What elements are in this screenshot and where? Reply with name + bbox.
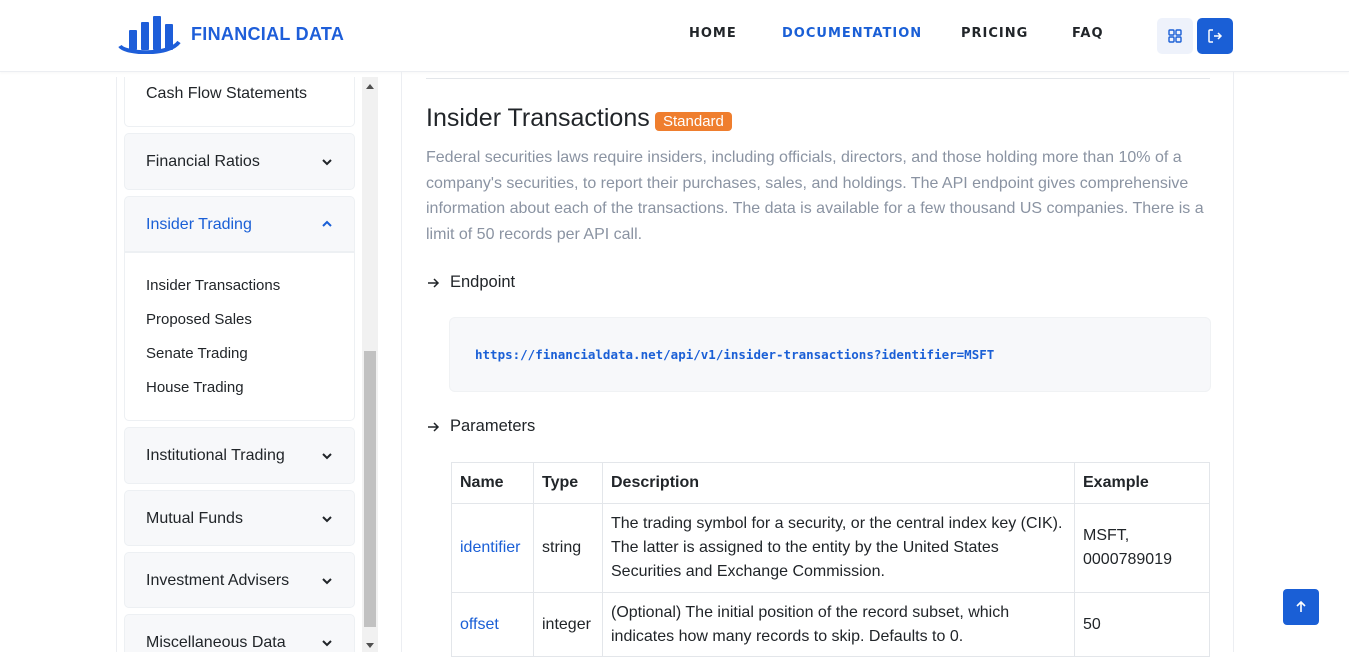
docs-sidebar: Cash Flow Statements Financial Ratios In… (116, 77, 378, 652)
sidebar-section-investment-advisers[interactable]: Investment Advisers (124, 552, 355, 608)
column-header-name: Name (451, 462, 534, 504)
plan-badge: Standard (655, 112, 732, 131)
logout-button[interactable] (1197, 18, 1233, 54)
dashboard-button[interactable] (1157, 18, 1193, 54)
param-type: integer (533, 592, 603, 657)
param-name: offset (451, 592, 534, 657)
page-title: Insider Transactions (426, 104, 650, 132)
chevron-up-icon (322, 220, 332, 227)
sidebar-item-insider-transactions[interactable]: Insider Transactions (146, 277, 280, 294)
column-header-description: Description (602, 462, 1075, 504)
sidebar-item-senate-trading[interactable]: Senate Trading (146, 345, 248, 362)
scrollbar-thumb[interactable] (364, 351, 376, 627)
logo-chart-icon (118, 16, 181, 54)
sidebar-section-label: Institutional Trading (146, 447, 285, 464)
sidebar-item-cash-flow-statements[interactable]: Cash Flow Statements (146, 85, 307, 103)
sidebar-section-label: Financial Ratios (146, 153, 260, 170)
column-header-example: Example (1074, 462, 1210, 504)
sidebar-section-label: Miscellaneous Data (146, 634, 286, 651)
nav-pricing[interactable]: PRICING (961, 26, 1028, 41)
arrow-right-icon (428, 421, 440, 432)
endpoint-section-heading: Endpoint (426, 273, 515, 292)
sidebar-section-miscellaneous-data[interactable]: Miscellaneous Data (124, 614, 355, 652)
param-description: The trading symbol for a security, or th… (602, 503, 1075, 593)
parameters-section-heading: Parameters (426, 417, 535, 436)
logout-icon (1208, 29, 1223, 43)
sidebar-section-institutional-trading[interactable]: Institutional Trading (124, 427, 355, 484)
arrow-up-icon (1296, 600, 1306, 612)
chevron-down-icon (322, 516, 332, 523)
sidebar-section-label: Mutual Funds (146, 510, 243, 527)
divider (426, 78, 1210, 79)
nav-faq[interactable]: FAQ (1072, 26, 1104, 41)
nav-documentation[interactable]: DOCUMENTATION (782, 26, 922, 41)
table-header-row: Name Type Description Example (451, 462, 1210, 504)
sidebar-section-label: Insider Trading (146, 216, 252, 233)
param-example: 50 (1074, 592, 1210, 657)
back-to-top-button[interactable] (1283, 589, 1319, 625)
sidebar-submenu-income: Cash Flow Statements (124, 77, 355, 127)
logo-text: FINANCIAL DATA (191, 23, 345, 44)
param-name: identifier (451, 503, 534, 593)
sidebar-scrollbar[interactable] (362, 77, 378, 652)
chevron-down-icon (322, 640, 332, 647)
nav-home[interactable]: HOME (689, 26, 737, 41)
endpoint-code-block: https://financialdata.net/api/v1/insider… (449, 317, 1211, 392)
param-description: (Optional) The initial position of the r… (602, 592, 1075, 657)
endpoint-description: Federal securities laws require insiders… (426, 149, 1204, 243)
param-example: MSFT, 0000789019 (1074, 503, 1210, 593)
scroll-up-arrow-icon[interactable] (366, 84, 374, 89)
column-header-type: Type (533, 462, 603, 504)
chevron-down-icon (322, 578, 332, 585)
sidebar-section-mutual-funds[interactable]: Mutual Funds (124, 490, 355, 546)
parameters-table: Name Type Description Example identifier… (451, 462, 1210, 657)
chevron-down-icon (322, 453, 332, 460)
param-type: string (533, 503, 603, 593)
sidebar-section-label: Investment Advisers (146, 572, 290, 589)
sidebar-section-financial-ratios[interactable]: Financial Ratios (124, 133, 355, 190)
parameters-heading: Parameters (450, 417, 536, 435)
table-row: offset integer (Optional) The initial po… (451, 592, 1210, 657)
chevron-down-icon (322, 159, 332, 166)
endpoint-url[interactable]: https://financialdata.net/api/v1/insider… (475, 347, 994, 362)
table-row: identifier string The trading symbol for… (451, 503, 1210, 593)
grid-icon (1168, 29, 1182, 43)
sidebar-item-house-trading[interactable]: House Trading (146, 379, 244, 396)
arrow-right-icon (428, 277, 440, 288)
sidebar-item-proposed-sales[interactable]: Proposed Sales (146, 311, 252, 328)
sidebar-submenu-insider-trading: Insider Transactions Proposed Sales Sena… (124, 252, 355, 421)
docs-content: Insider Transactions Standard Federal se… (401, 72, 1234, 657)
endpoint-heading: Endpoint (450, 273, 516, 291)
sidebar-section-insider-trading[interactable]: Insider Trading (124, 196, 355, 252)
top-navbar: FINANCIAL DATA HOME DOCUMENTATION PRICIN… (0, 0, 1349, 72)
scroll-down-arrow-icon[interactable] (366, 643, 374, 648)
logo[interactable]: FINANCIAL DATA (117, 12, 344, 54)
